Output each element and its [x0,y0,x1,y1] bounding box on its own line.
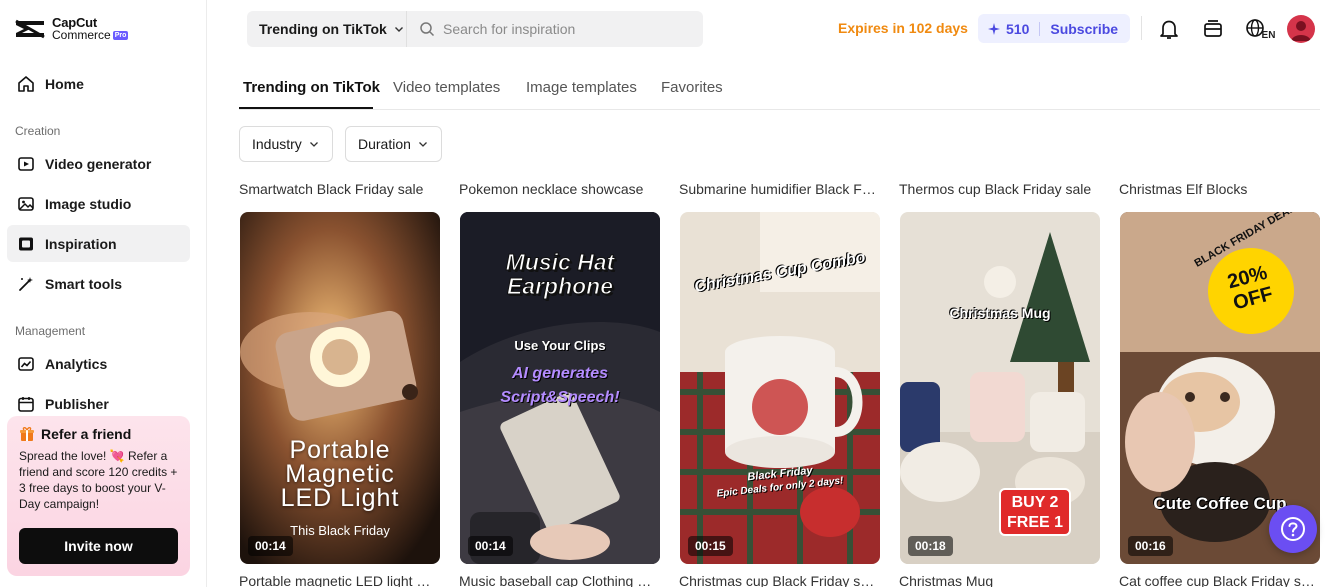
sidebar-item-label: Publisher [45,395,109,412]
search-icon [420,22,435,37]
home-icon [18,75,34,92]
card-title: Pokemon necklace showcase [459,181,644,197]
video-generator-icon [18,156,34,171]
stack-icon [1204,20,1222,37]
sidebar-item-smart-tools[interactable]: Smart tools [7,265,190,302]
video-duration: 00:15 [688,536,733,556]
chevron-down-icon [394,27,403,32]
card-title: Smartwatch Black Friday sale [239,181,424,197]
sidebar-item-analytics[interactable]: Analytics [7,345,190,382]
pro-badge: Pro [112,30,129,40]
question-mark-icon [1281,517,1305,541]
card-caption: Christmas Mug [899,573,994,587]
analytics-icon [18,356,34,371]
language-code: EN [1261,29,1276,41]
tab-trending[interactable]: Trending on TikTok [243,79,380,96]
subscription-expiry: Expires in 102 days [838,20,968,36]
brand-logo[interactable]: CapCut Commerce Pro [14,16,129,42]
sparkle-icon [988,22,1000,35]
promo-line: BUY 2 [1011,494,1059,511]
chevron-down-icon [309,142,318,147]
promo-badge: BUY 2 FREE 1 [999,488,1071,536]
sidebar-item-inspiration[interactable]: Inspiration [7,225,190,262]
credits-count: 510 [1006,20,1030,37]
sidebar-item-image-studio[interactable]: Image studio [7,185,190,222]
capcut-logo-icon [15,19,45,39]
refer-title: Refer a friend [41,426,132,442]
card-caption: Christmas cup Black Friday s… [679,573,875,587]
sidebar-item-label: Smart tools [45,275,123,292]
refer-description: Spread the love! 💘 Refer a friend and sc… [19,449,178,511]
video-duration: 00:14 [468,536,513,556]
tab-favorites[interactable]: Favorites [661,79,723,96]
section-label-creation: Creation [15,124,61,138]
inspiration-icon [19,237,33,250]
refer-friend-card: Refer a friend Spread the love! 💘 Refer … [7,416,190,576]
chevron-down-icon [418,142,427,147]
content-tabs: Trending on TikTok Video templates Image… [239,66,1320,110]
user-avatar-icon [1291,21,1311,41]
sidebar-item-home[interactable]: Home [7,65,190,102]
section-label-management: Management [15,324,86,338]
card-title: Submarine humidifier Black F… [679,181,876,197]
gift-icon [20,427,34,441]
sidebar-item-label: Video generator [45,155,152,172]
notifications-button[interactable] [1156,16,1182,42]
sidebar-item-label: Inspiration [45,235,117,252]
overlay-line: Magnetic [285,460,395,488]
video-duration: 00:14 [248,536,293,556]
app-root: CapCut Commerce Pro Home Creation Video g… [0,0,1331,587]
subscribe-link[interactable]: Subscribe [1050,21,1118,37]
help-button[interactable] [1269,505,1317,553]
video-card-music-hat[interactable]: Music Hat Earphone Use Your Clips AI gen… [460,212,660,564]
sidebar-item-label: Analytics [45,355,108,372]
sidebar-item-label: Home [45,75,84,92]
credits-subscribe-pill[interactable]: 510 Subscribe [978,14,1131,43]
sidebar-item-label: Image studio [45,195,132,212]
card-caption: Cat coffee cup Black Friday s… [1119,573,1315,587]
overlay-line: Music Hat [505,249,615,275]
overlay-line: Portable [289,436,391,464]
overlay-line: AI generates [511,365,609,382]
video-card-christmas-mug[interactable]: Christmas Mug BUY 2 FREE 1 00:18 [900,212,1100,564]
overlay-subtitle: Use Your Clips [514,338,606,353]
card-title: Christmas Elf Blocks [1119,181,1248,197]
sidebar-item-video-generator[interactable]: Video generator [7,145,190,182]
tab-video-templates[interactable]: Video templates [393,79,500,96]
filter-label: Duration [358,136,411,152]
promo-line: FREE 1 [1006,514,1063,531]
avatar[interactable] [1287,15,1315,43]
overlay-line: Script&Speech! [500,389,620,406]
card-caption: Portable magnetic LED light … [239,573,431,587]
active-tab-indicator [239,107,373,109]
invite-now-button[interactable]: Invite now [19,528,178,564]
bell-icon [1160,20,1178,39]
duration-filter[interactable]: Duration [345,126,442,162]
overlay-line: Earphone [506,273,614,299]
video-duration: 00:18 [908,536,953,556]
calendar-icon [18,396,34,412]
top-bar: Trending on TikTok Expires in 102 days 5… [207,0,1331,58]
sidebar: CapCut Commerce Pro Home Creation Video g… [0,0,207,587]
video-card-christmas-cup[interactable]: Christmas Cup Combo Black Friday Epic De… [680,212,880,564]
overlay-line: Christmas Mug [949,305,1051,321]
header-divider [1141,16,1142,40]
language-button[interactable]: EN [1243,16,1277,42]
filter-label: Industry [252,136,302,152]
tab-image-templates[interactable]: Image templates [526,79,637,96]
source-dropdown-label: Trending on TikTok [259,21,387,37]
search-bar[interactable] [406,11,703,47]
layers-button[interactable] [1200,16,1226,42]
card-caption: Music baseball cap Clothing … [459,573,652,587]
video-duration: 00:16 [1128,536,1173,556]
image-studio-icon [18,196,34,211]
search-input[interactable] [443,21,683,37]
video-card-led-light[interactable]: Portable Magnetic LED Light This Black F… [240,212,440,564]
industry-filter[interactable]: Industry [239,126,333,162]
card-title: Thermos cup Black Friday sale [899,181,1092,197]
overlay-line: LED Light [280,484,400,512]
source-dropdown[interactable]: Trending on TikTok [247,11,415,47]
brand-subname: Commerce [52,28,111,42]
magic-wand-icon [19,276,33,291]
